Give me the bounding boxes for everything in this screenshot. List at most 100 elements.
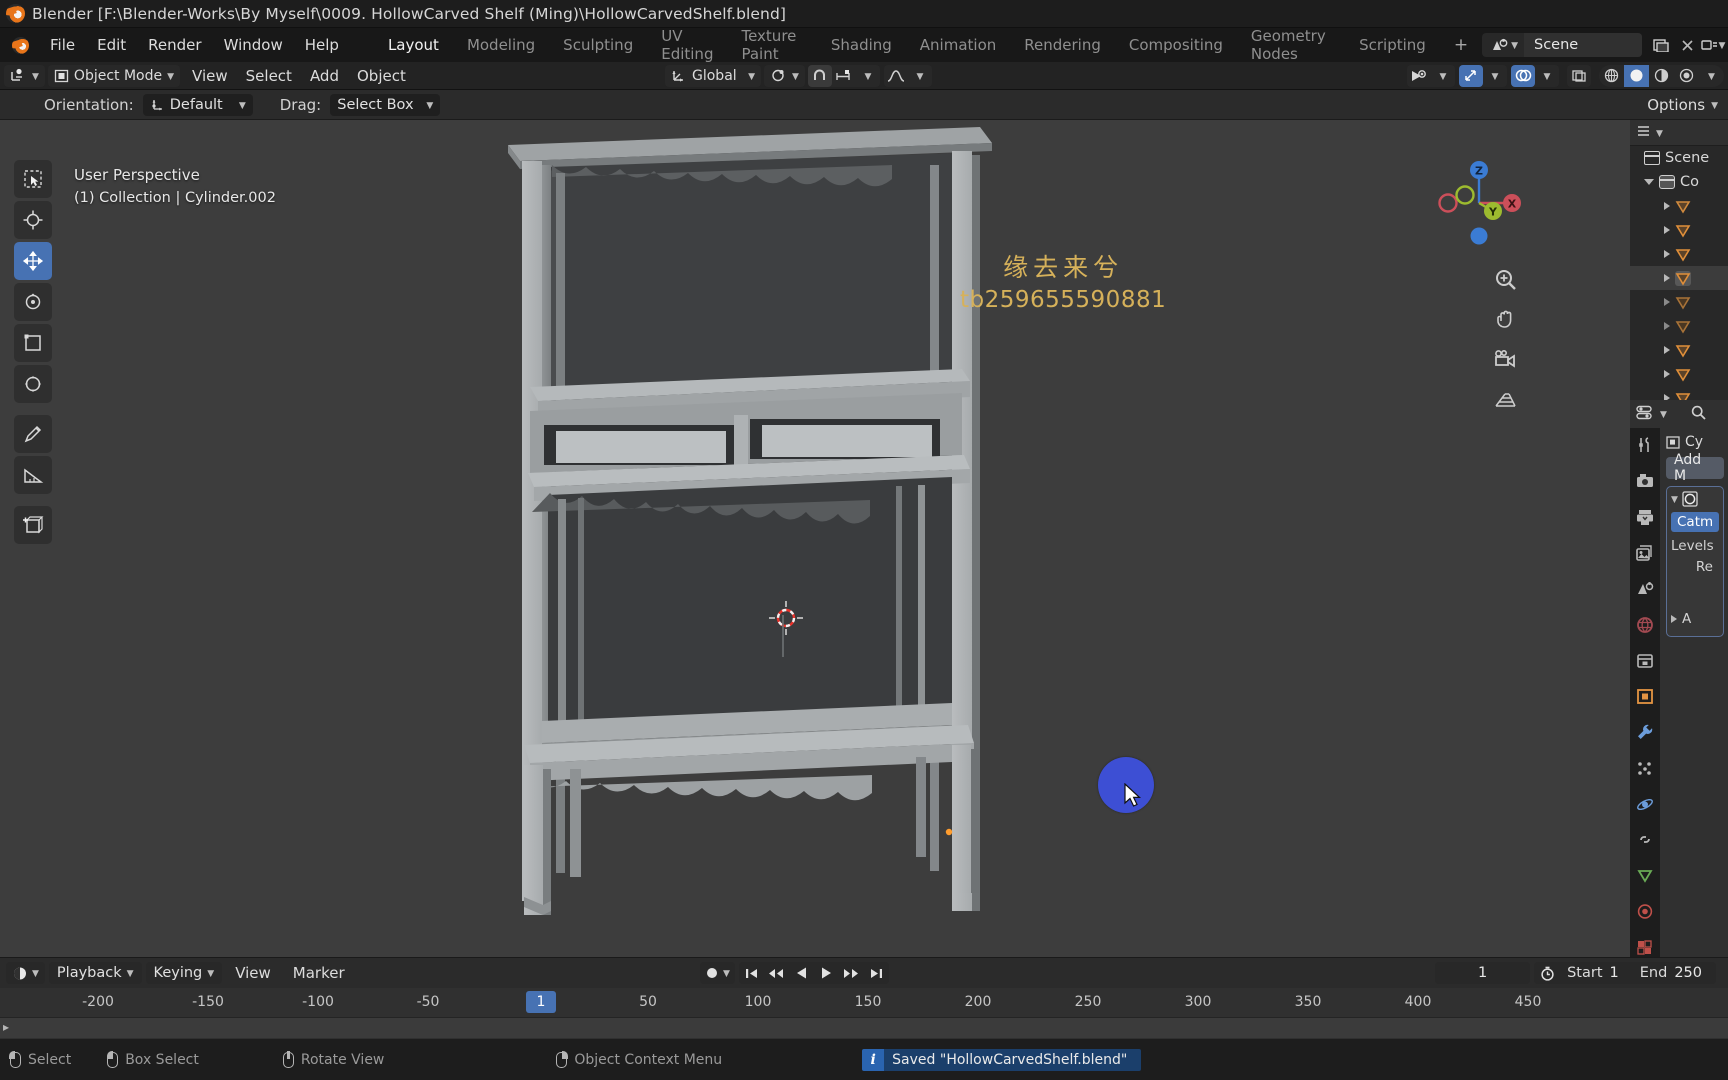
cursor-tool[interactable] bbox=[14, 201, 52, 239]
timeline-editor[interactable]: ▼ Playback ▼ Keying ▼ View Marker ▼ 1 St… bbox=[0, 957, 1728, 1039]
camera-view-icon[interactable] bbox=[1492, 346, 1518, 372]
advanced-section[interactable]: A bbox=[1671, 611, 1719, 627]
timeline-ruler[interactable]: -200 -150 -100 -50 1 50 100 150 200 250 … bbox=[0, 988, 1728, 1018]
annotate-tool[interactable] bbox=[14, 415, 52, 453]
object-square-icon[interactable] bbox=[1635, 687, 1655, 706]
texture-checker-icon[interactable] bbox=[1635, 938, 1655, 957]
scene-name-field[interactable]: Scene bbox=[1524, 33, 1642, 57]
shading-solid-icon[interactable] bbox=[1624, 64, 1649, 87]
chevron-right-icon[interactable] bbox=[1664, 346, 1670, 354]
output-printer-icon[interactable] bbox=[1635, 508, 1655, 527]
play-icon[interactable] bbox=[814, 962, 839, 984]
timeline-menu-view[interactable]: View bbox=[226, 962, 280, 984]
search-icon[interactable] bbox=[1691, 405, 1706, 424]
outliner-editor[interactable]: ▼ Scene Co bbox=[1630, 120, 1728, 406]
outliner-object-row[interactable] bbox=[1630, 314, 1728, 338]
editor-type-properties-icon[interactable] bbox=[1636, 405, 1654, 424]
jump-to-prev-keyframe-icon[interactable] bbox=[764, 962, 789, 984]
current-frame-field[interactable]: 1 bbox=[1435, 962, 1531, 984]
view-layer-images-icon[interactable] bbox=[1635, 544, 1655, 563]
menu-edit[interactable]: Edit bbox=[86, 28, 137, 62]
constraints-icon[interactable] bbox=[1635, 830, 1655, 849]
shading-rendered-icon[interactable] bbox=[1674, 65, 1699, 87]
scene-cone-icon[interactable] bbox=[1635, 579, 1655, 598]
add-cube-tool[interactable] bbox=[14, 506, 52, 544]
outliner-object-row-selected[interactable] bbox=[1630, 266, 1728, 290]
view-layer-icon[interactable]: ▼ bbox=[1700, 33, 1726, 57]
editor-type-outliner-icon[interactable] bbox=[1636, 124, 1651, 142]
chevron-right-icon[interactable] bbox=[1664, 370, 1670, 378]
transform-orientation-selector[interactable]: Global ▼ bbox=[665, 64, 761, 87]
chevron-down-icon[interactable]: ▼ bbox=[1535, 65, 1559, 87]
expand-sidebar-icon[interactable]: ▸ bbox=[3, 1020, 9, 1034]
outliner-object-row[interactable] bbox=[1630, 362, 1728, 386]
chevron-down-icon[interactable]: ▼ bbox=[1699, 65, 1724, 87]
tab-modeling[interactable]: Modeling bbox=[453, 28, 549, 62]
move-tool[interactable] bbox=[14, 242, 52, 280]
viewport-menu-select[interactable]: Select bbox=[237, 65, 301, 87]
outliner-object-row[interactable] bbox=[1630, 338, 1728, 362]
timeline-playhead[interactable]: 1 bbox=[526, 991, 556, 1013]
start-frame-value[interactable]: 1 bbox=[1610, 965, 1633, 981]
chevron-right-icon[interactable] bbox=[1664, 322, 1670, 330]
outliner-row-scene[interactable]: Scene bbox=[1630, 146, 1728, 170]
rotate-tool[interactable] bbox=[14, 283, 52, 321]
chevron-down-icon[interactable]: ▼ bbox=[1656, 129, 1663, 139]
chevron-down-icon[interactable]: ▼ bbox=[1671, 495, 1678, 505]
outliner-row-collection[interactable]: Co bbox=[1630, 170, 1728, 194]
jump-to-next-keyframe-icon[interactable] bbox=[839, 962, 864, 984]
chevron-down-icon[interactable]: ▼ bbox=[1483, 65, 1507, 87]
modifier-wrench-icon[interactable] bbox=[1635, 723, 1655, 742]
stopwatch-icon[interactable] bbox=[1534, 966, 1560, 981]
viewport-menu-add[interactable]: Add bbox=[301, 65, 348, 87]
toggle-perspective-icon[interactable] bbox=[1492, 386, 1518, 412]
modifier-panel[interactable]: ▼ Catm Levels Re A bbox=[1666, 486, 1724, 637]
menu-file[interactable]: File bbox=[39, 28, 86, 62]
outliner-object-row[interactable] bbox=[1630, 290, 1728, 314]
subdivision-type-value[interactable]: Catm bbox=[1671, 512, 1719, 532]
outliner-object-row[interactable] bbox=[1630, 242, 1728, 266]
orientation-dropdown[interactable]: Default ▼ bbox=[142, 93, 253, 116]
measure-tool[interactable] bbox=[14, 456, 52, 494]
tab-scripting[interactable]: Scripting bbox=[1345, 28, 1440, 62]
gizmo-icon[interactable] bbox=[1459, 64, 1483, 87]
snap-magnet-icon[interactable] bbox=[807, 64, 832, 87]
auto-keying-toggle[interactable]: ▼ bbox=[700, 962, 735, 984]
physics-orbit-icon[interactable] bbox=[1635, 795, 1655, 814]
object-data-green-triangle-icon[interactable] bbox=[1635, 866, 1655, 885]
tab-compositing[interactable]: Compositing bbox=[1115, 28, 1237, 62]
properties-editor[interactable]: ▼ Cy Add M ▼ Catm Levels Re A bbox=[1630, 400, 1728, 957]
tab-rendering[interactable]: Rendering bbox=[1010, 28, 1115, 62]
outliner-object-row[interactable] bbox=[1630, 218, 1728, 242]
navigation-gizmo[interactable]: Z X Y bbox=[1436, 160, 1522, 246]
collection-box-icon[interactable] bbox=[1635, 651, 1655, 670]
properties-breadcrumb[interactable]: Cy bbox=[1666, 434, 1724, 450]
remove-scene-button[interactable] bbox=[1674, 33, 1700, 57]
chevron-down-icon[interactable]: ▼ bbox=[1660, 410, 1667, 420]
drag-dropdown[interactable]: Select Box ▼ bbox=[330, 93, 441, 116]
tool-wrench-screwdriver-icon[interactable] bbox=[1635, 436, 1655, 455]
viewport-menu-object[interactable]: Object bbox=[348, 65, 415, 87]
editor-type-3dview-icon[interactable]: ▼ bbox=[4, 64, 45, 87]
pan-hand-icon[interactable] bbox=[1492, 306, 1518, 332]
particles-icon[interactable] bbox=[1635, 759, 1655, 778]
chevron-right-icon[interactable] bbox=[1664, 298, 1670, 306]
chevron-right-icon[interactable] bbox=[1664, 274, 1670, 282]
material-sphere-icon[interactable] bbox=[1635, 902, 1655, 921]
chevron-down-icon[interactable] bbox=[1644, 179, 1654, 185]
xray-toggle-icon[interactable] bbox=[1567, 65, 1591, 87]
chevron-down-icon[interactable]: ▼ bbox=[908, 65, 932, 87]
menu-help[interactable]: Help bbox=[294, 28, 350, 62]
xray-toggle[interactable] bbox=[1567, 64, 1591, 87]
tab-layout[interactable]: Layout bbox=[374, 28, 453, 62]
editor-type-timeline-icon[interactable]: ▼ bbox=[6, 962, 45, 984]
world-globe-icon[interactable] bbox=[1635, 615, 1655, 634]
timeline-menu-marker[interactable]: Marker bbox=[284, 962, 354, 984]
end-frame-value[interactable]: 250 bbox=[1674, 965, 1716, 981]
tab-geometry-nodes[interactable]: Geometry Nodes bbox=[1237, 27, 1345, 63]
play-reverse-icon[interactable] bbox=[789, 962, 814, 984]
tab-animation[interactable]: Animation bbox=[906, 28, 1010, 62]
outliner-object-row[interactable] bbox=[1630, 194, 1728, 218]
viewport-menu-view[interactable]: View bbox=[183, 65, 237, 87]
tab-texture-paint[interactable]: Texture Paint bbox=[727, 27, 816, 63]
